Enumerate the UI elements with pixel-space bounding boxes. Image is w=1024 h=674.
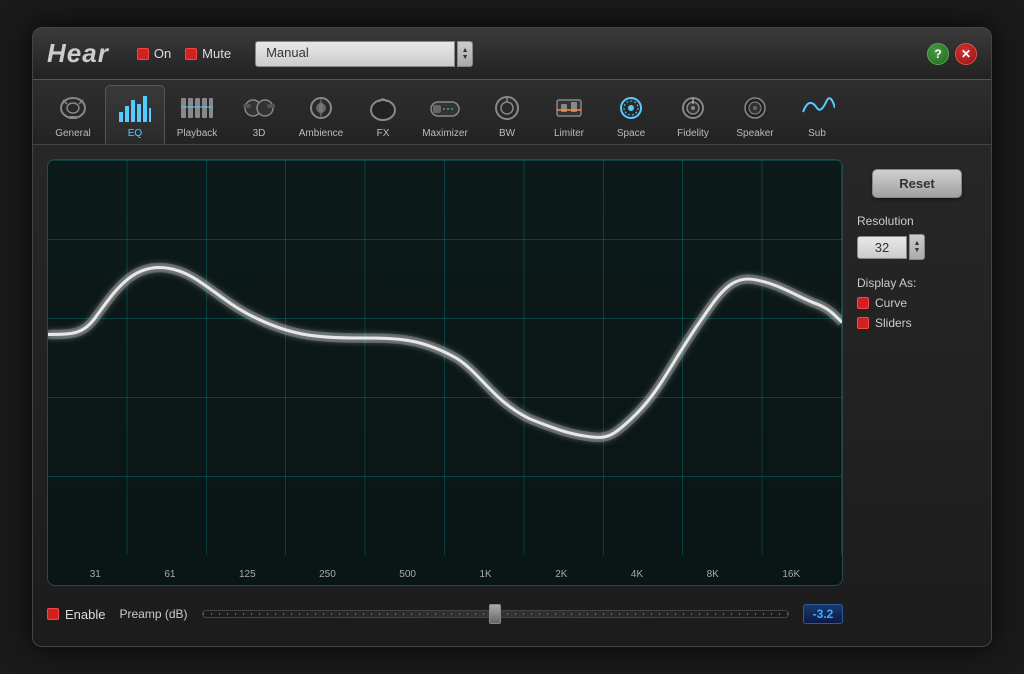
freq-4k: 4K xyxy=(631,569,643,580)
tab-bw[interactable]: BW xyxy=(477,86,537,143)
eq-section: 31 61 125 250 500 1K 2K 4K 8K 16K Enable xyxy=(47,159,843,632)
on-indicator xyxy=(137,48,149,60)
preset-arrows[interactable]: ▲ ▼ xyxy=(457,41,473,67)
curve-indicator xyxy=(857,297,869,309)
enable-indicator xyxy=(47,608,59,620)
mute-toggle[interactable]: Mute xyxy=(185,46,231,61)
mute-indicator xyxy=(185,48,197,60)
tab-3d-label: 3D xyxy=(253,128,266,139)
resolution-arrows[interactable]: ▲ ▼ xyxy=(909,234,925,260)
freq-1k: 1K xyxy=(479,569,491,580)
sliders-indicator xyxy=(857,317,869,329)
resolution-value: 32 xyxy=(857,236,907,259)
tab-speaker-label: Speaker xyxy=(736,128,773,139)
preamp-label: Preamp (dB) xyxy=(119,607,187,621)
tab-space[interactable]: Space xyxy=(601,86,661,143)
enable-toggle[interactable]: Enable xyxy=(47,607,105,622)
curve-option[interactable]: Curve xyxy=(857,296,977,310)
main-content: 31 61 125 250 500 1K 2K 4K 8K 16K Enable xyxy=(33,145,991,646)
app-title: Hear xyxy=(47,38,109,69)
help-button[interactable]: ? xyxy=(927,43,949,65)
freq-61: 61 xyxy=(164,569,175,580)
freq-500: 500 xyxy=(399,569,416,580)
eq-freq-labels: 31 61 125 250 500 1K 2K 4K 8K 16K xyxy=(48,569,842,580)
freq-125: 125 xyxy=(239,569,256,580)
tab-limiter[interactable]: Limiter xyxy=(539,86,599,143)
tab-speaker[interactable]: Speaker xyxy=(725,86,785,143)
preamp-thumb[interactable] xyxy=(489,604,501,624)
right-panel: Reset Resolution 32 ▲ ▼ Display As: Curv… xyxy=(857,159,977,632)
sliders-option[interactable]: Sliders xyxy=(857,316,977,330)
freq-250: 250 xyxy=(319,569,336,580)
tab-limiter-label: Limiter xyxy=(554,128,584,139)
enable-label: Enable xyxy=(65,607,105,622)
tab-fidelity-label: Fidelity xyxy=(677,128,709,139)
tab-ambience-label: Ambience xyxy=(299,128,343,139)
freq-2k: 2K xyxy=(555,569,567,580)
resolution-label: Resolution xyxy=(857,214,977,228)
tab-space-label: Space xyxy=(617,128,645,139)
mute-label: Mute xyxy=(202,46,231,61)
reset-button[interactable]: Reset xyxy=(872,169,962,198)
tab-bw-label: BW xyxy=(499,128,515,139)
on-toggle[interactable]: On xyxy=(137,46,171,61)
tab-bar: General EQ xyxy=(33,80,991,145)
tab-general[interactable]: General xyxy=(43,86,103,143)
tab-sub-label: Sub xyxy=(808,128,826,139)
preset-select[interactable]: Manual xyxy=(255,41,455,67)
tab-maximizer[interactable]: Maximizer xyxy=(415,86,475,143)
tab-3d[interactable]: 3D xyxy=(229,86,289,143)
resolution-section: Resolution 32 ▲ ▼ xyxy=(857,214,977,260)
tab-playback-label: Playback xyxy=(177,128,218,139)
preamp-value: -3.2 xyxy=(803,604,843,624)
tab-eq[interactable]: EQ xyxy=(105,85,165,144)
on-label: On xyxy=(154,46,171,61)
display-as-section: Display As: Curve Sliders xyxy=(857,276,977,330)
header: Hear On Mute Manual ▲ ▼ ? ✕ xyxy=(33,28,991,80)
freq-31: 31 xyxy=(90,569,101,580)
header-controls: On Mute Manual ▲ ▼ xyxy=(137,41,473,67)
tab-sub[interactable]: Sub xyxy=(787,86,847,143)
preset-dropdown[interactable]: Manual ▲ ▼ xyxy=(255,41,473,67)
tab-general-label: General xyxy=(55,128,91,139)
close-button[interactable]: ✕ xyxy=(955,43,977,65)
tab-fx[interactable]: FX xyxy=(353,86,413,143)
app-window: Hear On Mute Manual ▲ ▼ ? ✕ xyxy=(32,27,992,647)
tab-fidelity[interactable]: Fidelity xyxy=(663,86,723,143)
freq-16k: 16K xyxy=(782,569,800,580)
header-right: ? ✕ xyxy=(927,43,977,65)
eq-bottom: Enable Preamp (dB) -3.2 xyxy=(47,596,843,632)
curve-label: Curve xyxy=(875,296,907,310)
display-as-label: Display As: xyxy=(857,276,977,290)
eq-graph[interactable]: 31 61 125 250 500 1K 2K 4K 8K 16K xyxy=(47,159,843,586)
preamp-slider[interactable] xyxy=(202,610,789,618)
tab-fx-label: FX xyxy=(377,128,390,139)
resolution-control[interactable]: 32 ▲ ▼ xyxy=(857,234,977,260)
tab-playback[interactable]: Playback xyxy=(167,86,227,143)
freq-8k: 8K xyxy=(707,569,719,580)
tab-eq-label: EQ xyxy=(128,128,142,139)
sliders-label: Sliders xyxy=(875,316,912,330)
tab-ambience[interactable]: Ambience xyxy=(291,86,351,143)
tab-maximizer-label: Maximizer xyxy=(422,128,468,139)
